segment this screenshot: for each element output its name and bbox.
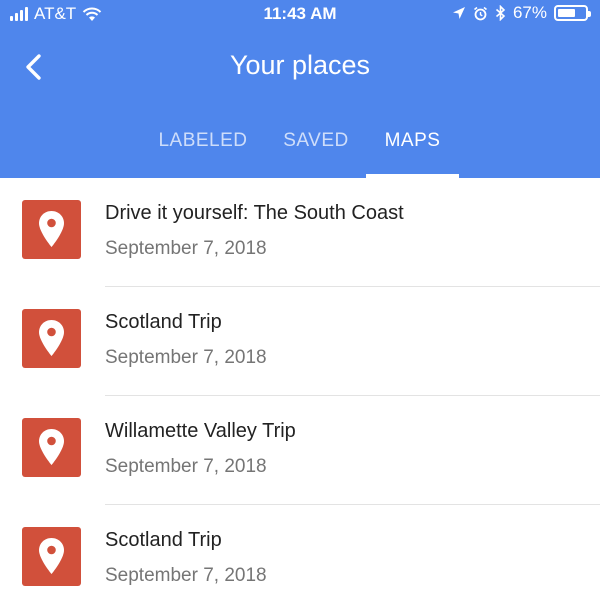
tab-saved[interactable]: SAVED [274,118,358,178]
map-name: Willamette Valley Trip [105,420,296,442]
map-name: Scotland Trip [105,311,222,333]
list-item[interactable]: Scotland Trip September 7, 2018 [0,505,600,614]
map-pin-icon [39,320,64,356]
tab-saved-label: SAVED [283,130,349,151]
map-thumbnail [22,418,81,477]
map-name: Drive it yourself: The South Coast [105,202,404,224]
map-date: September 7, 2018 [105,456,267,477]
list-item[interactable]: Scotland Trip September 7, 2018 [0,287,600,396]
maps-list: Drive it yourself: The South Coast Septe… [0,178,600,614]
list-item[interactable]: Willamette Valley Trip September 7, 2018 [0,396,600,505]
map-name: Scotland Trip [105,529,222,551]
map-thumbnail [22,309,81,368]
map-thumbnail [22,200,81,259]
battery-icon [554,5,591,21]
alarm-icon [473,6,487,20]
battery-percent: 67% [512,3,547,22]
map-date: September 7, 2018 [105,565,267,586]
tab-bar: LABELED SAVED MAPS [0,118,600,178]
status-right: 67% [452,3,591,23]
map-pin-icon [39,429,64,465]
status-bar: AT&T 11:43 AM 67% [0,0,600,30]
location-arrow-icon [452,7,465,19]
map-pin-icon [39,211,64,247]
tab-labeled-label: LABELED [158,130,248,151]
map-pin-icon [39,538,64,574]
tab-maps[interactable]: MAPS [366,118,459,178]
tab-labeled[interactable]: LABELED [150,118,256,178]
map-date: September 7, 2018 [105,238,267,259]
map-thumbnail [22,527,81,586]
tab-maps-label: MAPS [384,130,441,151]
list-item[interactable]: Drive it yourself: The South Coast Septe… [0,178,600,287]
bluetooth-icon [495,5,506,21]
app-header: AT&T 11:43 AM 67% Your places LABELED SA… [0,0,600,178]
battery-level-fill [558,9,575,17]
map-date: September 7, 2018 [105,347,267,368]
page-title: Your places [229,50,371,80]
